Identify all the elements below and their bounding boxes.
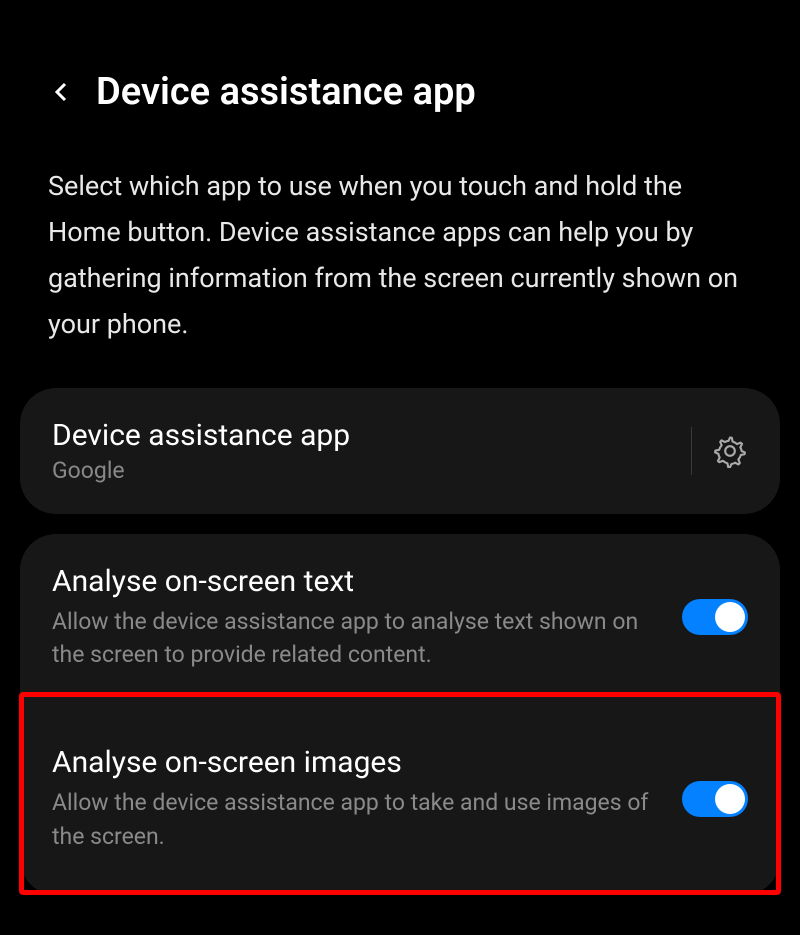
app-selector-card: Device assistance app Google	[20, 388, 780, 514]
app-selector-value: Google	[52, 457, 691, 484]
analyse-images-setting[interactable]: Analyse on-screen images Allow the devic…	[20, 703, 780, 895]
settings-card-group: Analyse on-screen text Allow the device …	[20, 534, 780, 895]
vertical-divider	[691, 427, 692, 475]
page-title: Device assistance app	[96, 70, 476, 114]
back-icon[interactable]	[48, 78, 76, 106]
analyse-images-toggle[interactable]	[682, 781, 748, 817]
analyse-images-title: Analyse on-screen images	[52, 745, 662, 780]
toggle-knob	[715, 784, 745, 814]
analyse-images-description: Allow the device assistance app to take …	[52, 786, 662, 853]
app-selector-title: Device assistance app	[52, 418, 691, 453]
page-description: Select which app to use when you touch a…	[0, 144, 800, 388]
analyse-text-toggle[interactable]	[682, 599, 748, 635]
analyse-text-title: Analyse on-screen text	[52, 564, 662, 599]
analyse-text-setting[interactable]: Analyse on-screen text Allow the device …	[20, 534, 780, 704]
gear-icon[interactable]	[712, 433, 748, 469]
analyse-text-content: Analyse on-screen text Allow the device …	[52, 564, 682, 672]
analyse-text-description: Allow the device assistance app to analy…	[52, 605, 662, 672]
toggle-knob	[715, 602, 745, 632]
page-header: Device assistance app	[0, 0, 800, 144]
app-selector-item[interactable]: Device assistance app Google	[20, 388, 780, 514]
analyse-images-content: Analyse on-screen images Allow the devic…	[52, 745, 682, 853]
app-selector-content: Device assistance app Google	[52, 418, 691, 484]
